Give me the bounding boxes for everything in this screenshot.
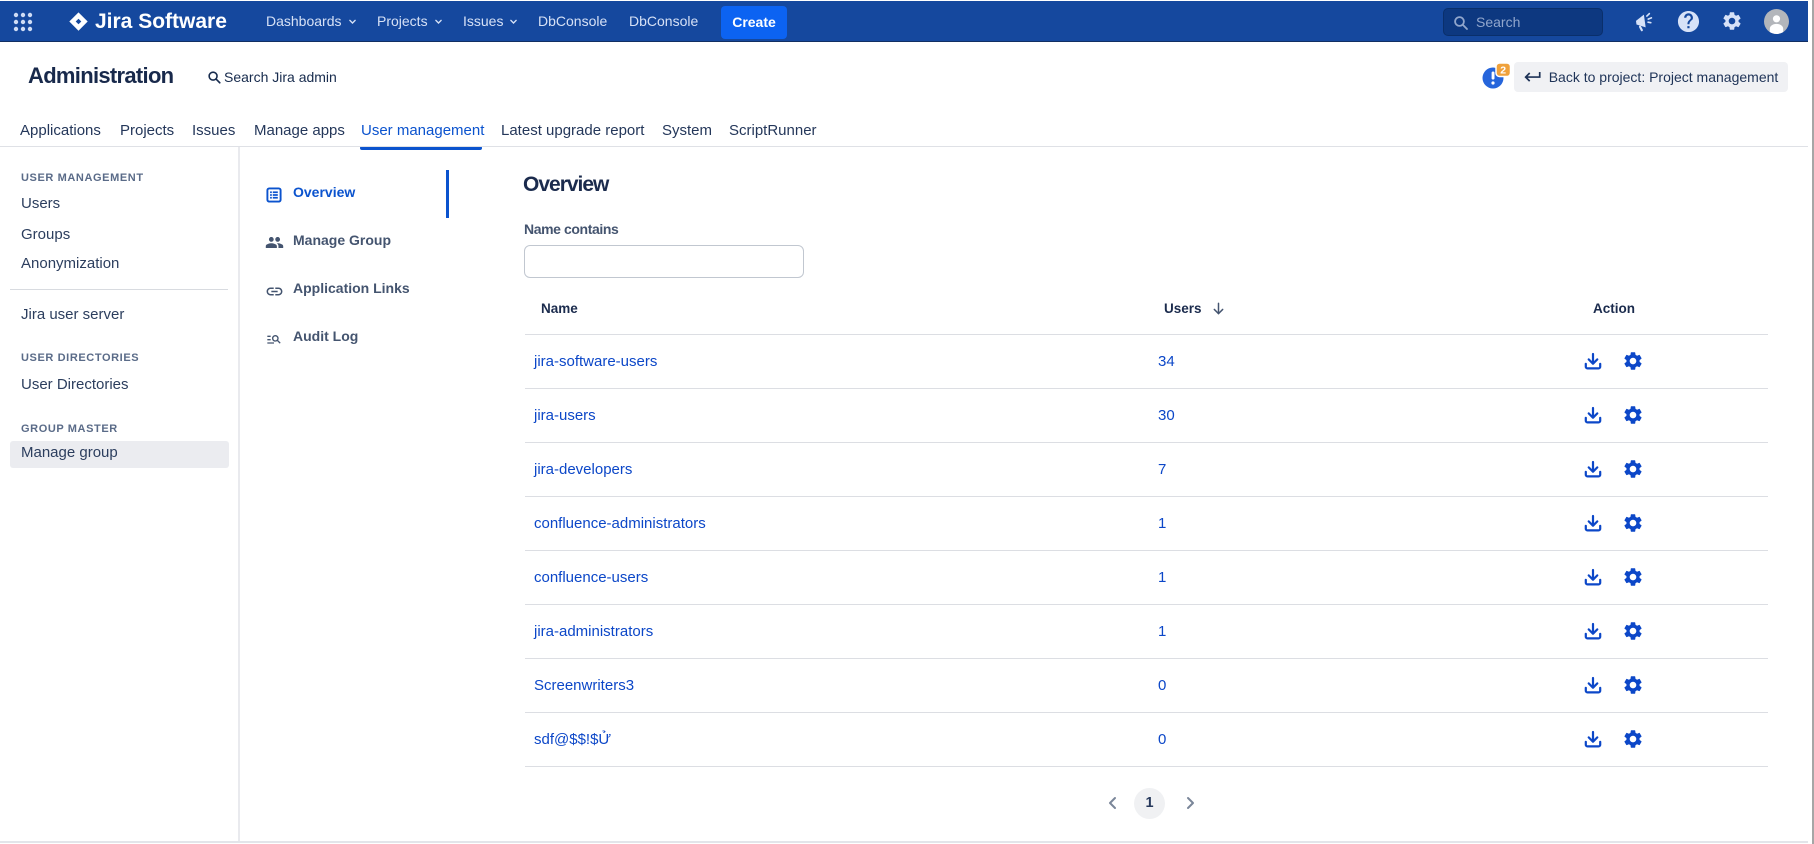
svg-text:2: 2 (1500, 65, 1506, 77)
